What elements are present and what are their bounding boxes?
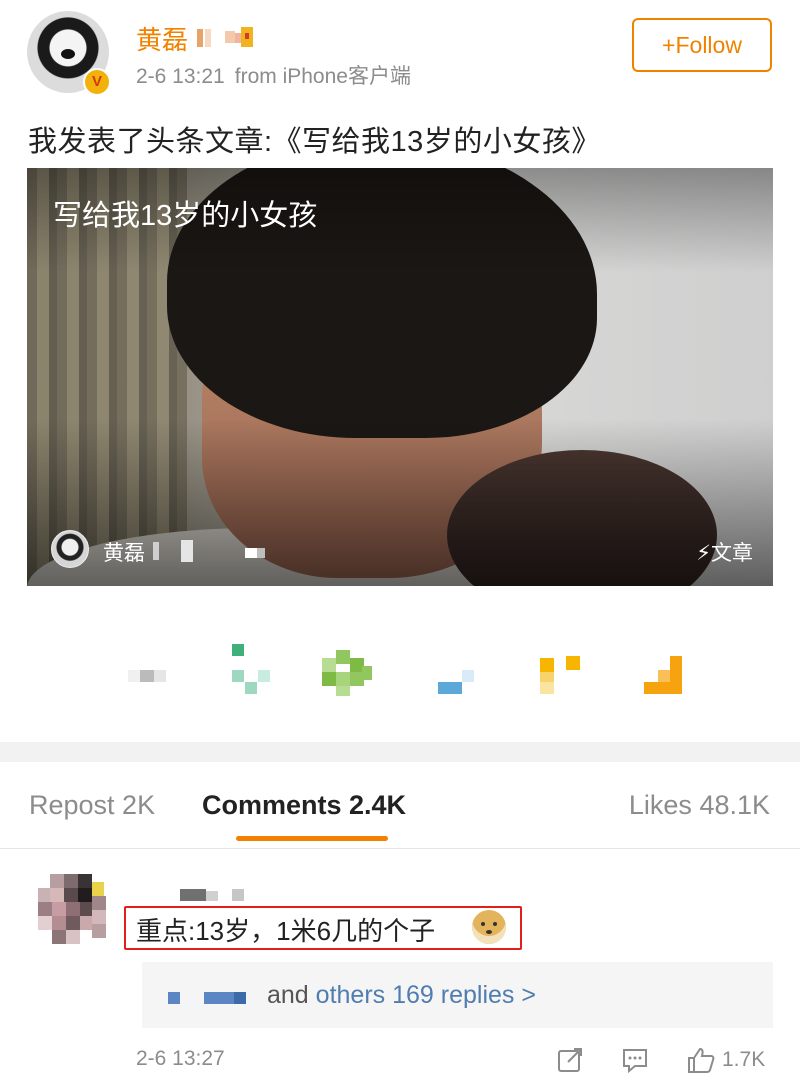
article-card[interactable]: 写给我13岁的小女孩 黄磊 ⚡文章	[27, 168, 773, 586]
post-meta: 2-6 13:21 from iPhone客户端	[136, 60, 421, 90]
reaction-emoji-row	[128, 644, 682, 696]
tab-repost[interactable]: Repost 2K	[29, 790, 155, 821]
active-tab-indicator	[236, 836, 388, 841]
like-button[interactable]: 1.7K	[686, 1046, 765, 1074]
share-icon	[558, 1048, 582, 1072]
commenter-avatar[interactable]	[38, 874, 116, 952]
section-divider	[0, 742, 800, 762]
comment-text: 重点:13岁，1米6几的个子	[136, 916, 436, 946]
comment-icon	[623, 1049, 647, 1074]
mosaic-reaction-6	[644, 656, 682, 694]
post-source: from iPhone客户端	[234, 65, 411, 88]
mosaic-reaction-4	[438, 670, 474, 694]
article-title: 写给我13岁的小女孩	[53, 200, 318, 232]
blurred-commenter-name	[180, 889, 244, 901]
repost-button[interactable]	[556, 1046, 584, 1074]
comment-time: 2-6 13:27	[136, 1047, 225, 1070]
mosaic-reaction-1	[128, 670, 166, 682]
mosaic-reaction-2	[232, 644, 270, 694]
verified-badge: V	[83, 68, 111, 96]
view-replies-link[interactable]: others 169 replies >	[316, 981, 536, 1009]
doge-emoji-icon	[472, 910, 506, 944]
reply-button[interactable]	[621, 1046, 649, 1074]
thumbs-up-icon	[688, 1047, 715, 1073]
mosaic-reaction-3	[322, 650, 372, 696]
follow-button[interactable]: +Follow	[632, 18, 772, 72]
tab-comments[interactable]: Comments 2.4K	[202, 790, 406, 821]
lightning-icon: ⚡	[696, 542, 711, 565]
blurred-username-mosaic	[197, 27, 253, 47]
article-author-name: 黄磊	[103, 542, 145, 565]
tab-separator	[0, 848, 800, 849]
comment-like-count: 1.7K	[722, 1048, 766, 1071]
article-tag: ⚡文章	[696, 542, 753, 565]
author-name[interactable]: 黄磊	[136, 20, 188, 57]
article-author-avatar	[51, 530, 89, 568]
blurred-author-mosaic	[153, 540, 265, 562]
post-time: 2-6 13:21	[136, 65, 225, 88]
blurred-reply-names	[168, 992, 246, 1004]
post-text: 我发表了头条文章:《写给我13岁的小女孩》	[28, 126, 601, 158]
mosaic-reaction-5	[540, 656, 580, 694]
tab-likes[interactable]: Likes 48.1K	[629, 790, 770, 821]
replies-summary: and others 169 replies >	[267, 981, 536, 1009]
